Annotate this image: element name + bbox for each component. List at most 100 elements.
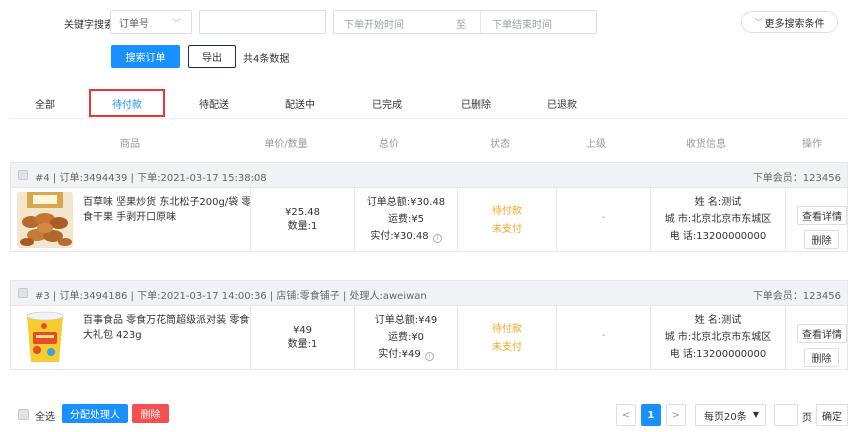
export-button[interactable]: 导出 bbox=[188, 45, 236, 68]
total-count-text: 共4条数据 bbox=[243, 54, 290, 65]
order-body: 百草味 坚果炒货 东北松子200g/袋 零 食干果 手剥开口原味 ¥25.48 … bbox=[11, 188, 847, 251]
product-name[interactable]: 百事食品 零食万花筒超级派对装 零食 大礼包 423g bbox=[83, 313, 253, 343]
receiver-city: 城 市:北京北京市东城区 bbox=[664, 332, 772, 343]
order-checkbox[interactable] bbox=[18, 288, 28, 298]
product-name-line2: 食干果 手剥开口原味 bbox=[83, 212, 177, 223]
order-header: #4 | 订单:3494439 | 下单:2021-03-17 15:38:08… bbox=[11, 163, 847, 188]
order-total: 订单总额:¥49 bbox=[374, 315, 438, 326]
tabs-divider bbox=[10, 118, 848, 119]
receiver-phone: 电 话:13200000000 bbox=[669, 231, 767, 242]
product-image[interactable] bbox=[17, 310, 73, 366]
info-icon[interactable]: i bbox=[432, 234, 442, 243]
status-unpaid: 未支付 bbox=[492, 342, 522, 353]
status-unpaid: 未支付 bbox=[492, 224, 522, 235]
delete-order-button[interactable]: 删除 bbox=[804, 348, 839, 367]
product-name-line1: 百事食品 零食万花筒超级派对装 零食 bbox=[83, 315, 250, 326]
column-divider bbox=[785, 306, 786, 369]
more-search-conditions-label: 更多搜索条件 bbox=[764, 18, 825, 30]
tab-delivering[interactable]: 配送中 bbox=[280, 96, 320, 111]
freight: 运费:¥5 bbox=[387, 214, 425, 225]
order-body: 百事食品 零食万花筒超级派对装 零食 大礼包 423g ¥49 数量:1 订单总… bbox=[11, 306, 847, 369]
order-head-info: #3 | 订单:3494186 | 下单:2021-03-17 14:00:36… bbox=[35, 291, 427, 302]
paid-amount: 实付:¥49 bbox=[378, 349, 421, 360]
per-page-select[interactable]: 每页20条 ▼ bbox=[695, 404, 766, 426]
order-card: #3 | 订单:3494186 | 下单:2021-03-17 14:00:36… bbox=[10, 280, 848, 370]
column-header-superior: 上级 bbox=[586, 139, 606, 150]
search-keyword-input[interactable] bbox=[199, 10, 326, 34]
column-divider bbox=[785, 188, 786, 251]
unit-price: ¥25.48 bbox=[285, 207, 320, 218]
view-details-button[interactable]: 查看详情 bbox=[797, 206, 847, 225]
start-date-input[interactable]: 下单开始时间 bbox=[344, 16, 404, 31]
order-head-info: #4 | 订单:3494439 | 下单:2021-03-17 15:38:08 bbox=[35, 173, 267, 184]
superior-cell: - bbox=[601, 330, 606, 341]
status-cell: 待付款 未支付 bbox=[458, 321, 556, 357]
order-checkbox[interactable] bbox=[18, 170, 28, 180]
product-name-line1: 百草味 坚果炒货 东北松子200g/袋 零 bbox=[83, 197, 252, 208]
search-orders-button[interactable]: 搜索订单 bbox=[111, 45, 180, 68]
superior-cell: - bbox=[601, 212, 606, 223]
status-pending: 待付款 bbox=[492, 324, 522, 335]
freight: 运费:¥0 bbox=[387, 332, 425, 343]
range-divider bbox=[480, 11, 481, 33]
tab-completed[interactable]: 已完成 bbox=[367, 96, 407, 111]
per-page-value: 每页20条 bbox=[704, 411, 747, 423]
chevron-down-icon: ﹀ bbox=[171, 19, 181, 29]
receiver-city: 城 市:北京北京市东城区 bbox=[664, 214, 772, 225]
tab-pending-payment[interactable]: 待付款 bbox=[105, 96, 149, 111]
range-separator: 至 bbox=[456, 20, 466, 31]
price-qty-cell: ¥25.48 数量:1 bbox=[251, 206, 354, 234]
delete-order-button[interactable]: 删除 bbox=[804, 230, 839, 249]
end-date-input[interactable]: 下单结束时间 bbox=[492, 16, 552, 31]
confirm-goto-button[interactable]: 确定 bbox=[816, 404, 848, 426]
search-field-select[interactable]: 订单号 ﹀ bbox=[110, 10, 192, 34]
status-cell: 待付款 未支付 bbox=[458, 203, 556, 239]
order-header: #3 | 订单:3494186 | 下单:2021-03-17 14:00:36… bbox=[11, 281, 847, 306]
tab-pending-delivery[interactable]: 待配送 bbox=[194, 96, 234, 111]
column-header-price-qty: 单价/数量 bbox=[264, 139, 308, 150]
assign-handler-button[interactable]: 分配处理人 bbox=[62, 404, 128, 423]
order-total: 订单总额:¥30.48 bbox=[366, 197, 446, 208]
receiver-name: 姓 名:测试 bbox=[694, 315, 742, 326]
product-name-line2: 大礼包 423g bbox=[83, 330, 142, 341]
column-header-receiver: 收货信息 bbox=[686, 139, 726, 150]
paid-amount: 实付:¥30.48 bbox=[370, 231, 429, 242]
total-cell: 订单总额:¥49 运费:¥0 实付:¥49 i bbox=[355, 312, 457, 363]
product-name[interactable]: 百草味 坚果炒货 东北松子200g/袋 零 食干果 手剥开口原味 bbox=[83, 195, 253, 225]
prev-page-button[interactable]: < bbox=[616, 404, 636, 426]
goto-page-input[interactable] bbox=[774, 404, 798, 426]
more-search-conditions-button[interactable]: ﹀ 更多搜索条件 bbox=[741, 11, 838, 33]
next-page-button[interactable]: > bbox=[666, 404, 686, 426]
product-image[interactable] bbox=[17, 192, 73, 248]
page-unit-label: 页 bbox=[802, 413, 812, 424]
quantity: 数量:1 bbox=[287, 221, 318, 232]
select-all-checkbox[interactable] bbox=[18, 409, 29, 420]
chevron-down-icon: ﹀ bbox=[754, 17, 763, 27]
view-details-button[interactable]: 查看详情 bbox=[797, 324, 847, 343]
column-header-status: 状态 bbox=[490, 139, 510, 150]
page-1-button[interactable]: 1 bbox=[641, 404, 661, 426]
order-card: #4 | 订单:3494439 | 下单:2021-03-17 15:38:08… bbox=[10, 162, 848, 252]
select-all-label[interactable]: 全选 bbox=[35, 408, 55, 423]
tab-refunded[interactable]: 已退款 bbox=[542, 96, 582, 111]
caret-down-icon: ▼ bbox=[752, 410, 759, 419]
info-icon[interactable]: i bbox=[424, 352, 434, 361]
tab-deleted[interactable]: 已删除 bbox=[456, 96, 496, 111]
unit-price: ¥49 bbox=[292, 325, 313, 336]
column-header-product: 商品 bbox=[120, 139, 140, 150]
receiver-cell: 姓 名:测试 城 市:北京北京市东城区 电 话:13200000000 bbox=[651, 312, 785, 363]
price-qty-cell: ¥49 数量:1 bbox=[251, 324, 354, 352]
column-header-total: 总价 bbox=[379, 139, 399, 150]
search-field-value: 订单号 bbox=[119, 18, 149, 30]
order-member: 下单会员：123456 bbox=[752, 291, 841, 302]
bulk-delete-button[interactable]: 删除 bbox=[132, 404, 169, 423]
quantity: 数量:1 bbox=[287, 339, 318, 350]
status-pending: 待付款 bbox=[492, 206, 522, 217]
total-cell: 订单总额:¥30.48 运费:¥5 实付:¥30.48 i bbox=[355, 194, 457, 245]
receiver-phone: 电 话:13200000000 bbox=[669, 349, 767, 360]
order-date-range[interactable]: 下单开始时间 至 下单结束时间 bbox=[333, 10, 597, 34]
receiver-cell: 姓 名:测试 城 市:北京北京市东城区 电 话:13200000000 bbox=[651, 194, 785, 245]
order-member: 下单会员：123456 bbox=[752, 173, 841, 184]
tab-all[interactable]: 全部 bbox=[30, 96, 60, 111]
column-header-actions: 操作 bbox=[802, 139, 822, 150]
